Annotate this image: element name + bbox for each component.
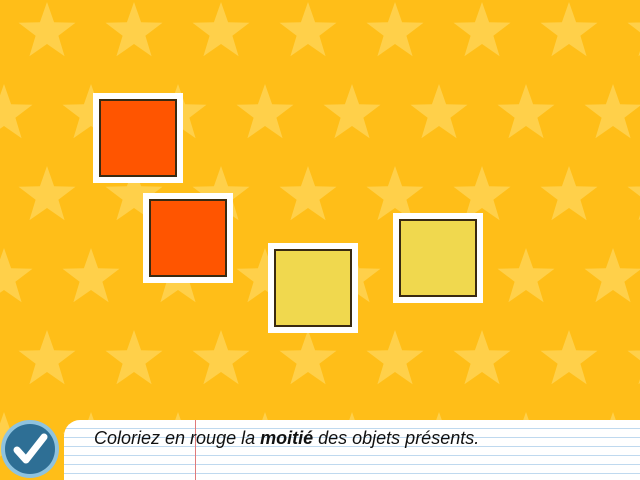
star-pattern-background bbox=[0, 2, 640, 467]
background-star-42 bbox=[453, 330, 511, 385]
background-star-6 bbox=[453, 2, 511, 57]
background-star-29 bbox=[62, 248, 120, 303]
background-star-34 bbox=[497, 248, 555, 303]
background-star-39 bbox=[192, 330, 250, 385]
background-star-22 bbox=[279, 166, 337, 221]
background-star-43 bbox=[540, 330, 598, 385]
square-object-2[interactable] bbox=[143, 193, 233, 283]
background-star-28 bbox=[0, 248, 33, 303]
instruction-panel: Coloriez en rouge la moitié des objets p… bbox=[64, 420, 640, 480]
instruction-suffix: des objets présents. bbox=[313, 428, 480, 448]
background-star-37 bbox=[18, 330, 76, 385]
background-star-15 bbox=[410, 84, 468, 139]
background-star-5 bbox=[366, 2, 424, 57]
game-stage: Coloriez en rouge la moitié des objets p… bbox=[0, 0, 640, 480]
background-star-14 bbox=[323, 84, 381, 139]
background-star-4 bbox=[279, 2, 337, 57]
background-star-16 bbox=[497, 84, 555, 139]
square-object-3[interactable] bbox=[268, 243, 358, 333]
background-star-26 bbox=[627, 186, 640, 221]
background-star-2 bbox=[105, 2, 163, 57]
background-star-41 bbox=[366, 330, 424, 385]
square-object-4[interactable] bbox=[393, 213, 483, 303]
background-star-19 bbox=[18, 166, 76, 221]
background-star-44 bbox=[627, 350, 640, 385]
background-star-1 bbox=[18, 2, 76, 57]
background-star-3 bbox=[192, 2, 250, 57]
square-object-4-fill bbox=[399, 219, 477, 297]
background-star-13 bbox=[236, 84, 294, 139]
background-star-17 bbox=[584, 84, 640, 139]
background-star-7 bbox=[540, 2, 598, 57]
validate-button[interactable] bbox=[1, 420, 59, 478]
background-star-40 bbox=[279, 330, 337, 385]
square-object-3-fill bbox=[274, 249, 352, 327]
background-star-25 bbox=[540, 166, 598, 221]
background-star-35 bbox=[584, 248, 640, 303]
square-object-1[interactable] bbox=[93, 93, 183, 183]
background-star-8 bbox=[627, 22, 640, 57]
instruction-prefix: Coloriez en rouge la bbox=[94, 428, 261, 448]
checkmark-icon bbox=[13, 433, 48, 464]
square-object-1-fill bbox=[99, 99, 177, 177]
square-object-2-fill bbox=[149, 199, 227, 277]
instruction-emphasis: moitié bbox=[260, 428, 314, 448]
background-star-10 bbox=[0, 84, 33, 139]
background-star-38 bbox=[105, 330, 163, 385]
instruction-text: Coloriez en rouge la moitié des objets p… bbox=[94, 428, 479, 449]
